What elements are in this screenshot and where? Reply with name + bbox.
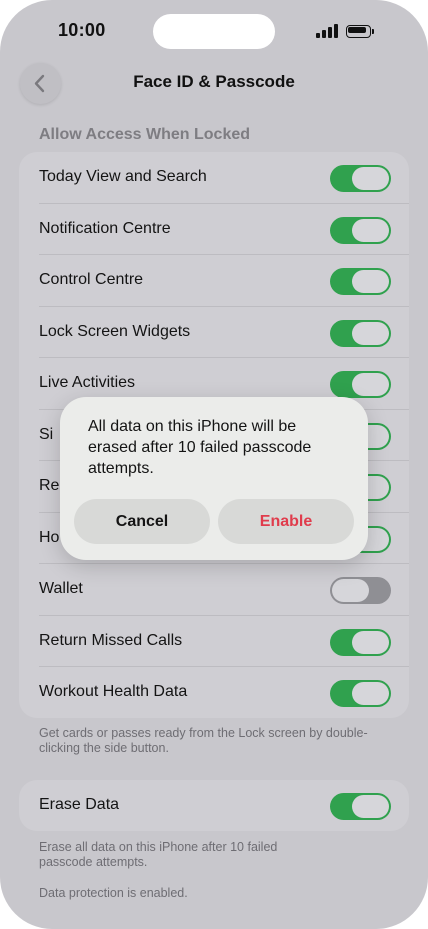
setting-toggle[interactable]	[330, 628, 391, 656]
erase-data-footer: Erase all data on this iPhone after 10 f…	[39, 840, 278, 869]
setting-label: Today View and Search	[39, 168, 207, 185]
status-bar: 10:00	[0, 0, 428, 60]
allow-access-footer: Get cards or passes ready from the Lock …	[39, 726, 368, 755]
setting-toggle[interactable]	[330, 680, 391, 707]
setting-label: Si	[39, 425, 54, 443]
setting-toggle[interactable]	[330, 577, 391, 604]
cancel-button[interactable]: Cancel	[74, 499, 210, 544]
setting-toggle[interactable]	[330, 216, 391, 244]
data-protection-note: Data protection is enabled.	[39, 886, 188, 900]
setting-row: Lock Screen Widgets	[19, 307, 409, 358]
status-icons	[316, 24, 378, 40]
setting-row: Workout Health Data	[19, 667, 409, 718]
setting-toggle[interactable]	[330, 319, 391, 347]
erase-data-row: Erase Data	[19, 780, 409, 831]
phone-screen: 10:00 Face ID & Passcode Allow Access Wh…	[0, 0, 428, 929]
page-title: Face ID & Passcode	[133, 72, 295, 91]
setting-label: Live Activities	[39, 374, 136, 391]
enable-button[interactable]: Enable	[218, 499, 354, 544]
status-time: 10:00	[58, 20, 106, 40]
cellular-signal-icon	[316, 24, 340, 38]
erase-data-group: Erase Data	[19, 780, 409, 831]
setting-row: Notification Centre	[19, 204, 409, 255]
setting-row: Today View and Search	[19, 152, 409, 204]
setting-row: Wallet	[19, 564, 409, 616]
section-header-allow-access: Allow Access When Locked	[39, 126, 251, 143]
setting-label: Lock Screen Widgets	[39, 322, 191, 340]
dynamic-island	[153, 14, 275, 49]
setting-label: Workout Health Data	[39, 683, 188, 700]
setting-toggle[interactable]	[330, 268, 391, 295]
setting-row: Return Missed Calls	[19, 616, 409, 667]
setting-label: Notification Centre	[39, 219, 171, 237]
setting-toggle[interactable]	[330, 371, 391, 398]
dialog-message: All data on this iPhone will be erased a…	[88, 418, 312, 477]
erase-data-label: Erase Data	[39, 796, 120, 813]
erase-confirm-dialog: All data on this iPhone will be erased a…	[60, 397, 368, 560]
setting-row: Control Centre	[19, 255, 409, 307]
setting-label: Ho	[39, 528, 60, 546]
battery-icon	[346, 25, 374, 38]
setting-label: Return Missed Calls	[39, 631, 183, 649]
setting-label: Re	[39, 477, 60, 494]
setting-label: Control Centre	[39, 271, 144, 288]
setting-label: Wallet	[39, 580, 83, 597]
setting-toggle[interactable]	[330, 165, 391, 192]
erase-data-toggle[interactable]	[330, 793, 391, 820]
